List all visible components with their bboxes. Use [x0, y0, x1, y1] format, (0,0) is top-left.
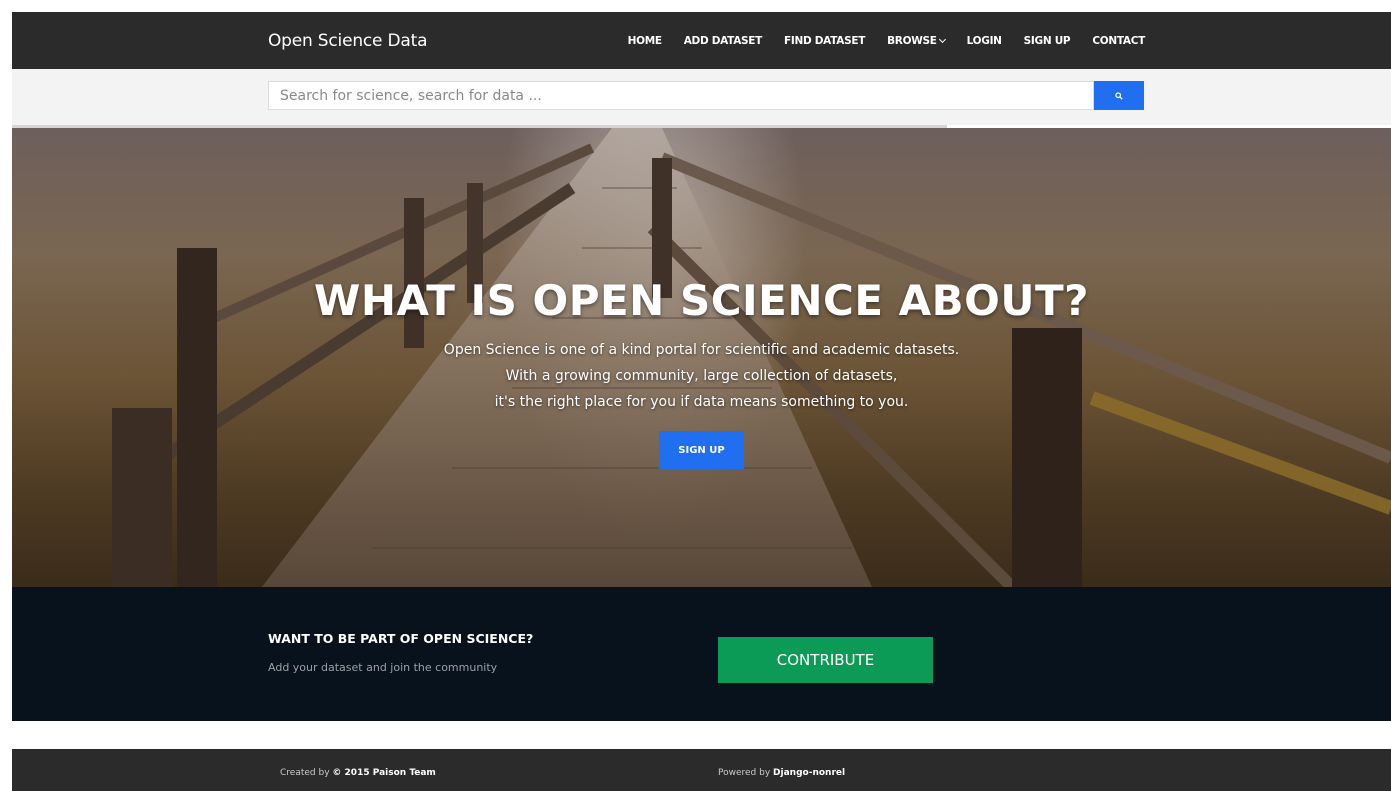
- nav-menu: HOME ADD DATASET FIND DATASET BROWSE LOG…: [606, 35, 1146, 47]
- search-button[interactable]: [1094, 81, 1144, 110]
- hero-sign-up-button[interactable]: SIGN UP: [659, 431, 744, 469]
- nav-item-login[interactable]: LOGIN: [967, 35, 1002, 47]
- hero-description-line: it's the right place for you if data mea…: [494, 394, 909, 410]
- search-input[interactable]: [268, 81, 1094, 110]
- hero-description-line: Open Science is one of a kind portal for…: [443, 342, 960, 358]
- footer-powered-name[interactable]: Django-nonrel: [773, 768, 845, 778]
- footer-credits: Created by © 2015 Paison Team: [280, 768, 436, 778]
- nav-item-contact[interactable]: CONTACT: [1092, 35, 1145, 47]
- hero-content: WHAT IS OPEN SCIENCE ABOUT? Open Science…: [12, 276, 1391, 469]
- page: Open Science Data HOME ADD DATASET FIND …: [0, 0, 1391, 791]
- nav-item-browse-label: BROWSE: [887, 35, 937, 47]
- contribute-section: WANT TO BE PART OF OPEN SCIENCE? Add you…: [12, 587, 1391, 721]
- search-bar: [12, 69, 1391, 125]
- hero-description-line: With a growing community, large collecti…: [505, 368, 898, 384]
- nav-item-sign-up[interactable]: SIGN UP: [1024, 35, 1071, 47]
- contribute-subtitle: Add your dataset and join the community: [268, 661, 498, 674]
- left-border: [0, 0, 12, 791]
- contribute-button[interactable]: CONTRIBUTE: [718, 637, 933, 683]
- hero-section: WHAT IS OPEN SCIENCE ABOUT? Open Science…: [12, 128, 1391, 587]
- hero-description: Open Science is one of a kind portal for…: [12, 337, 1391, 415]
- chevron-down-icon: [938, 35, 946, 44]
- top-navbar: Open Science Data HOME ADD DATASET FIND …: [12, 12, 1391, 69]
- nav-item-find-dataset[interactable]: FIND DATASET: [784, 35, 865, 47]
- footer-created-name: © 2015 Paison Team: [332, 768, 436, 778]
- footer: Created by © 2015 Paison Team Powered by…: [12, 749, 1391, 791]
- nav-item-home[interactable]: HOME: [628, 35, 662, 47]
- nav-item-browse[interactable]: BROWSE: [887, 35, 946, 47]
- brand-logo[interactable]: Open Science Data: [268, 31, 428, 51]
- search-icon: [1115, 91, 1123, 100]
- footer-powered-prefix: Powered by: [718, 768, 771, 778]
- contribute-title: WANT TO BE PART OF OPEN SCIENCE?: [268, 631, 534, 646]
- hero-title: WHAT IS OPEN SCIENCE ABOUT?: [314, 276, 1089, 325]
- footer-created-prefix: Created by: [280, 768, 330, 778]
- nav-item-add-dataset[interactable]: ADD DATASET: [684, 35, 763, 47]
- footer-powered: Powered by Django-nonrel: [718, 768, 845, 778]
